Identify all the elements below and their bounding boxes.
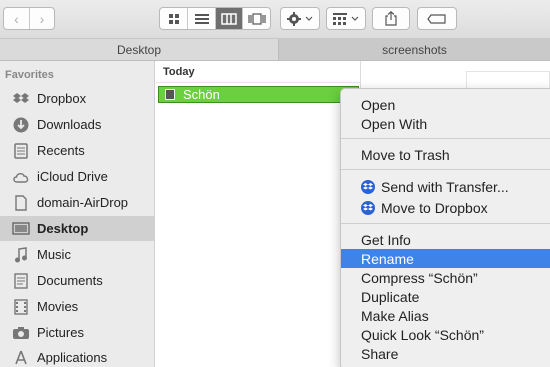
sidebar-item-label: Downloads: [37, 117, 102, 132]
sidebar-item-music[interactable]: Music: [0, 242, 155, 267]
chevron-down-icon: [305, 16, 313, 21]
sidebar-item-documents[interactable]: Documents: [0, 268, 155, 293]
menu-item-label: Move to Dropbox: [381, 199, 488, 216]
menu-item-move-to-trash[interactable]: Move to Trash: [341, 145, 550, 164]
list-view-icon: [194, 13, 209, 24]
dropbox-icon: [12, 90, 30, 108]
documents-icon: [12, 272, 30, 290]
sidebar-item-applications[interactable]: Applications: [0, 345, 155, 367]
menu-item-compress[interactable]: Compress “Schön”: [341, 268, 550, 287]
menu-separator: [341, 138, 550, 139]
downloads-icon: [12, 116, 30, 134]
column-header: Today: [156, 61, 361, 83]
selected-file-row[interactable]: Schön: [158, 86, 359, 103]
toolbar: ‹ ›: [0, 0, 550, 39]
sidebar: Favorites Dropbox Downloads Recents iClo…: [0, 61, 155, 367]
sidebar-item-movies[interactable]: Movies: [0, 294, 155, 319]
nav-buttons: ‹ ›: [3, 7, 55, 30]
arrange-button[interactable]: [326, 7, 366, 30]
menu-item-duplicate[interactable]: Duplicate: [341, 287, 550, 306]
share-button[interactable]: [372, 7, 410, 30]
menu-separator: [341, 169, 550, 170]
column-view-button[interactable]: [214, 8, 243, 29]
cover-flow-icon: [248, 12, 266, 25]
menu-item-quick-look[interactable]: Quick Look “Schön”: [341, 325, 550, 344]
sidebar-item-label: iCloud Drive: [37, 169, 108, 184]
applications-icon: [12, 349, 30, 367]
sidebar-item-label: Applications: [37, 350, 108, 365]
sidebar-item-label: Music: [37, 247, 71, 262]
share-icon: [385, 11, 397, 26]
cover-flow-button[interactable]: [242, 8, 270, 29]
sidebar-item-label: Pictures: [37, 325, 84, 340]
sidebar-item-dropbox[interactable]: Dropbox: [0, 86, 155, 111]
sidebar-item-pictures[interactable]: Pictures: [0, 320, 155, 345]
sidebar-item-label: Dropbox: [37, 91, 87, 106]
sidebar-item-label: Desktop: [37, 221, 89, 236]
arrange-icon: [333, 12, 347, 25]
document-icon: [12, 194, 30, 212]
tab-desktop[interactable]: Desktop: [0, 39, 279, 60]
menu-item-make-alias[interactable]: Make Alias: [341, 306, 550, 325]
menu-item-label: Send with Transfer...: [381, 178, 509, 195]
movies-icon: [12, 298, 30, 316]
action-menu-button[interactable]: [280, 7, 320, 30]
chevron-right-icon: ›: [39, 10, 45, 27]
column-view-icon: [221, 12, 237, 25]
camera-icon: [12, 324, 30, 342]
menu-item-share[interactable]: Share: [341, 344, 550, 363]
menu-item-rename[interactable]: Rename: [341, 249, 550, 268]
file-thumbnail-icon: [165, 89, 175, 100]
sidebar-item-label: Recents: [37, 143, 85, 158]
file-column: Today Schön: [156, 61, 361, 367]
list-view-button[interactable]: [187, 8, 215, 29]
menu-separator: [341, 223, 550, 224]
forward-button[interactable]: ›: [28, 8, 54, 29]
menu-item-open[interactable]: Open: [341, 95, 550, 114]
sidebar-item-label: Movies: [37, 299, 79, 314]
menu-item-open-with[interactable]: Open With: [341, 114, 550, 133]
cloud-icon: [12, 168, 30, 186]
sidebar-item-label: domain-AirDrop: [37, 195, 129, 210]
recents-icon: [12, 142, 30, 160]
context-menu: Open Open With Move to Trash Send with T…: [340, 88, 550, 367]
icon-view-button[interactable]: [160, 8, 187, 29]
view-mode-control: [159, 7, 271, 30]
chevron-down-icon: [351, 16, 359, 21]
sidebar-item-recents[interactable]: Recents: [0, 138, 155, 163]
back-button[interactable]: ‹: [4, 8, 29, 29]
desktop-icon: [12, 220, 30, 238]
tab-bar: Desktop screenshots: [0, 39, 550, 61]
dropbox-icon: [361, 179, 375, 194]
music-icon: [12, 246, 30, 264]
tag-icon: [427, 13, 446, 24]
sidebar-item-airdrop[interactable]: domain-AirDrop: [0, 190, 155, 215]
sidebar-item-desktop[interactable]: Desktop: [0, 216, 155, 241]
gear-icon: [287, 11, 301, 26]
menu-item-get-info[interactable]: Get Info: [341, 230, 550, 249]
dropbox-icon: [361, 200, 375, 215]
file-name: Schön: [183, 87, 220, 102]
chevron-left-icon: ‹: [14, 10, 19, 27]
tab-screenshots[interactable]: screenshots: [279, 39, 550, 60]
menu-item-move-to-dropbox[interactable]: Move to Dropbox: [341, 198, 550, 217]
icon-view-icon: [168, 13, 179, 24]
menu-item-send-with-transfer[interactable]: Send with Transfer...: [341, 177, 550, 196]
sidebar-heading: Favorites: [5, 69, 54, 81]
sidebar-item-label: Documents: [37, 273, 103, 288]
sidebar-item-icloud-drive[interactable]: iCloud Drive: [0, 164, 155, 189]
sidebar-item-downloads[interactable]: Downloads: [0, 112, 155, 137]
tag-button[interactable]: [417, 7, 457, 30]
